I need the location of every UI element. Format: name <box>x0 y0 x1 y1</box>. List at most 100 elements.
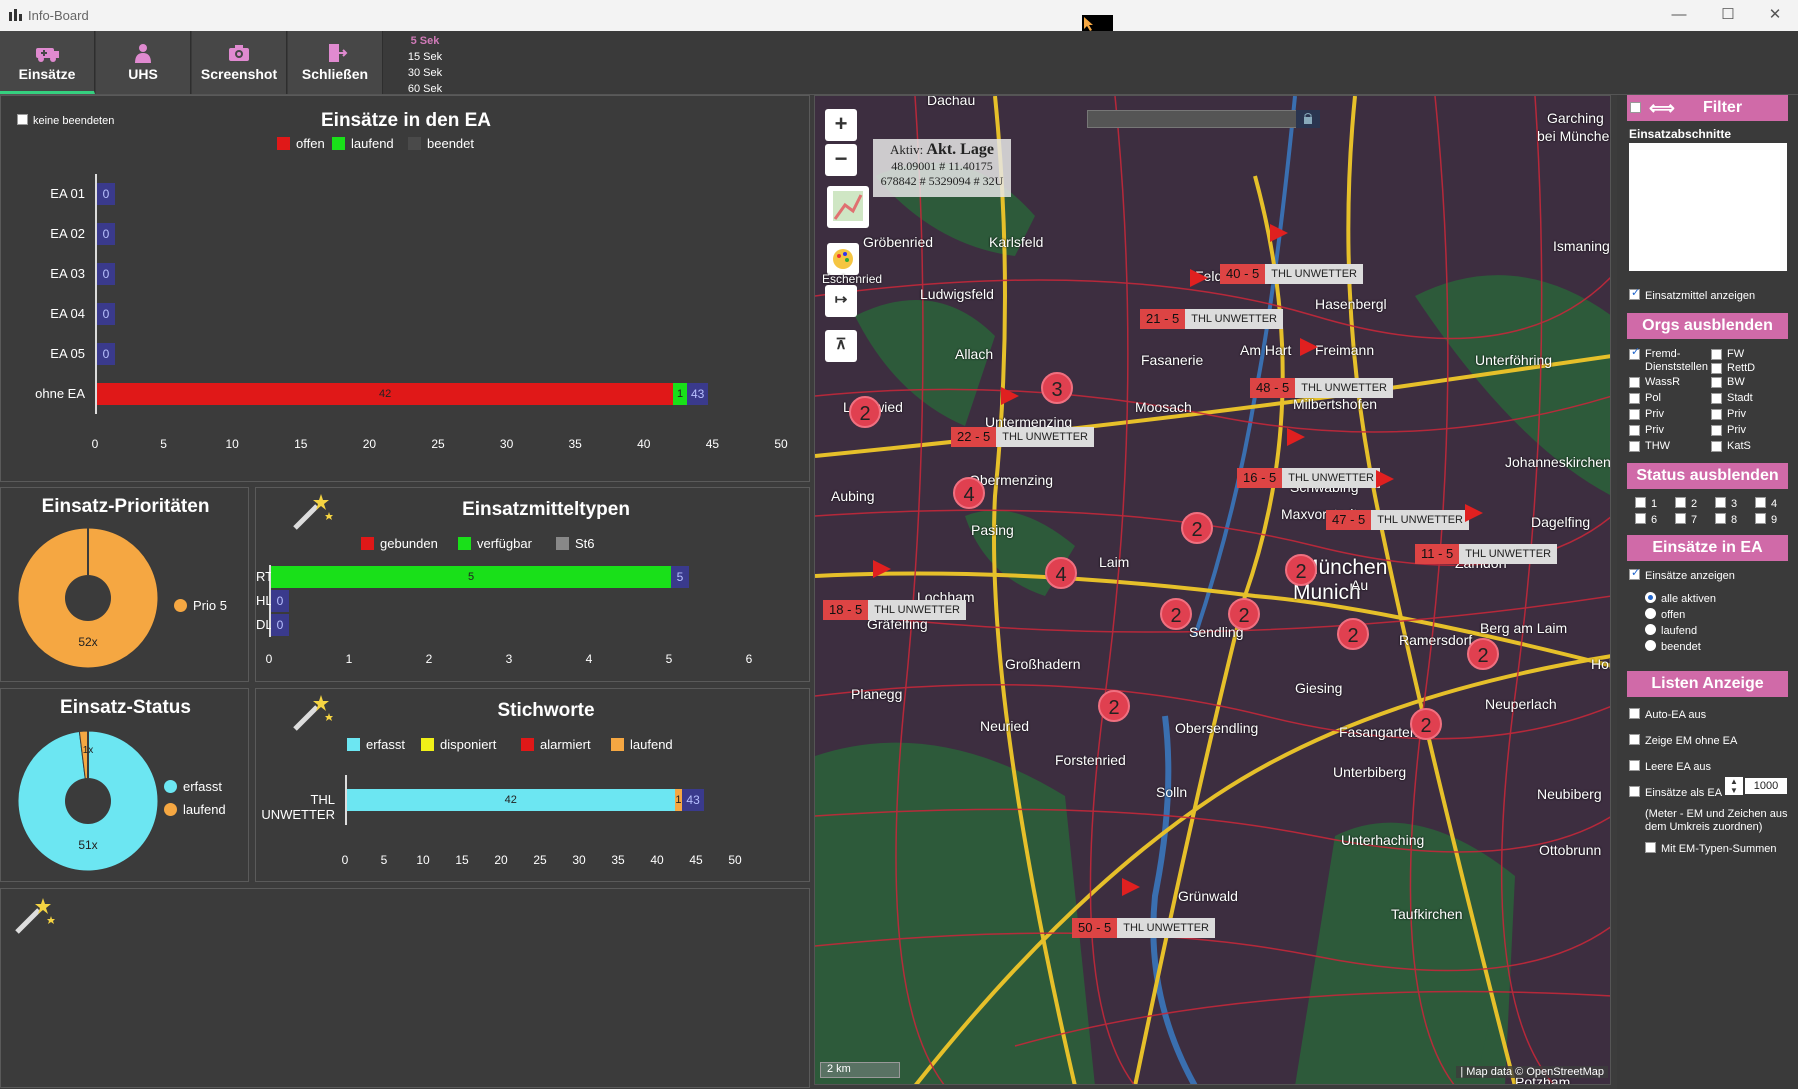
org-checkbox[interactable] <box>1629 346 1640 360</box>
ea-filter-radio[interactable]: offen <box>1645 608 1685 621</box>
ea-filter-radio[interactable]: alle aktiven <box>1645 592 1716 605</box>
incident-cluster-marker[interactable]: 2 <box>1337 618 1369 650</box>
orgs-header[interactable]: Orgs ausblenden <box>1627 313 1788 339</box>
map-attribution[interactable]: | Map data © OpenStreetMap <box>1456 1066 1608 1078</box>
incident-cluster-marker[interactable]: 2 <box>1467 638 1499 670</box>
status-checkbox[interactable] <box>1715 497 1726 508</box>
incident-cluster-marker[interactable]: 2 <box>1228 598 1260 630</box>
incident-cluster-marker[interactable]: 2 <box>1285 554 1317 586</box>
zoom-in-button[interactable]: + <box>825 109 857 141</box>
listen-checkbox[interactable] <box>1629 760 1640 771</box>
map-search-input[interactable] <box>1087 110 1320 128</box>
incident-marker[interactable]: 21 - 5 THL UNWETTER <box>1140 309 1284 329</box>
incident-cluster-marker[interactable]: 3 <box>1041 372 1073 404</box>
incident-marker[interactable]: 48 - 5 THL UNWETTER <box>1250 378 1394 398</box>
org-filter-option[interactable]: Priv <box>1629 408 1664 421</box>
listen-option[interactable]: Leere EA aus <box>1629 760 1711 773</box>
incident-marker[interactable]: 22 - 5 THL UNWETTER <box>951 427 1095 447</box>
keine-beendeten-checkbox[interactable]: keine beendeten <box>17 114 114 127</box>
schliessen-button[interactable]: Schließen <box>288 31 383 94</box>
status-checkbox[interactable] <box>1635 513 1646 524</box>
filter-toggle-checkbox[interactable] <box>1630 102 1641 113</box>
org-filter-option[interactable]: BW <box>1711 376 1745 389</box>
magic-wand-icon[interactable] <box>289 691 333 735</box>
org-checkbox[interactable] <box>1711 393 1722 404</box>
status-filter-option[interactable]: 4 <box>1755 497 1777 510</box>
org-checkbox[interactable] <box>1711 425 1722 436</box>
status-filter-option[interactable]: 2 <box>1675 497 1697 510</box>
radio-button[interactable] <box>1645 608 1656 619</box>
incident-cluster-marker[interactable]: 2 <box>1410 708 1442 740</box>
org-checkbox[interactable] <box>1711 441 1722 452</box>
radius-stepper[interactable]: ▲ ▼ <box>1725 777 1743 795</box>
uhs-button[interactable]: UHS <box>96 31 191 94</box>
status-checkbox[interactable] <box>1635 497 1646 508</box>
org-filter-option[interactable]: Priv <box>1711 424 1746 437</box>
radio-button[interactable] <box>1645 592 1656 603</box>
status-checkbox[interactable] <box>1715 513 1726 524</box>
interval-option[interactable]: 30 Sek <box>395 65 455 81</box>
map-settings-button[interactable] <box>827 243 859 275</box>
listen-option[interactable]: Einsätze als EA <box>1629 786 1722 799</box>
incident-cluster-marker[interactable]: 2 <box>849 396 881 428</box>
interval-option[interactable]: 15 Sek <box>395 49 455 65</box>
listen-option[interactable]: Auto-EA aus <box>1629 708 1706 721</box>
maximize-button[interactable]: ☐ <box>1705 0 1751 31</box>
abschnitte-list[interactable] <box>1629 143 1787 271</box>
show-em-checkbox[interactable] <box>1629 286 1640 300</box>
map-view[interactable]: + − Eschenried ↦ ⊼ Aktiv: Akt. Lage 48.0… <box>814 95 1611 1085</box>
org-filter-option[interactable]: Pol <box>1629 392 1661 405</box>
radio-button[interactable] <box>1645 640 1656 651</box>
org-checkbox[interactable] <box>1629 425 1640 436</box>
show-einsaetze-option[interactable]: Einsätze anzeigen <box>1629 566 1735 582</box>
ea-header[interactable]: Einsätze in EA <box>1627 535 1788 561</box>
incident-cluster-marker[interactable]: 4 <box>953 477 985 509</box>
map-top-button[interactable]: ⊼ <box>825 330 857 362</box>
status-filter-option[interactable]: 8 <box>1715 513 1737 526</box>
incident-marker[interactable]: 18 - 5 THL UNWETTER <box>823 600 967 620</box>
listen-checkbox[interactable] <box>1629 786 1640 797</box>
status-header[interactable]: Status ausblenden <box>1627 463 1788 489</box>
status-checkbox[interactable] <box>1675 497 1686 508</box>
incident-marker[interactable]: 11 - 5 THL UNWETTER <box>1415 544 1558 564</box>
map-measure-button[interactable]: ↦ <box>825 285 857 317</box>
screenshot-button[interactable]: Screenshot <box>192 31 287 94</box>
status-checkbox[interactable] <box>1755 513 1766 524</box>
org-filter-option[interactable]: KatS <box>1711 440 1751 453</box>
magic-wand-icon[interactable] <box>289 490 333 534</box>
status-filter-option[interactable]: 6 <box>1635 513 1657 526</box>
org-filter-option[interactable]: Fremd- Dienststellen <box>1629 346 1708 374</box>
org-checkbox[interactable] <box>1629 377 1640 388</box>
incident-marker[interactable]: 40 - 5 THL UNWETTER <box>1220 264 1364 284</box>
incident-cluster-marker[interactable]: 4 <box>1045 557 1077 589</box>
interval-option[interactable]: 5 Sek <box>395 33 455 49</box>
org-filter-option[interactable]: WassR <box>1629 376 1680 389</box>
incident-cluster-marker[interactable]: 2 <box>1181 512 1213 544</box>
incident-marker[interactable]: 50 - 5 THL UNWETTER <box>1072 918 1216 938</box>
ea-filter-radio[interactable]: beendet <box>1645 640 1701 653</box>
close-window-button[interactable]: ✕ <box>1752 0 1798 31</box>
org-filter-option[interactable]: Stadt <box>1711 392 1753 405</box>
listen-header[interactable]: Listen Anzeige <box>1627 671 1788 697</box>
filter-header[interactable]: ⟺ Filter <box>1627 95 1788 121</box>
org-filter-option[interactable]: THW <box>1629 440 1670 453</box>
map-search-button[interactable] <box>1296 110 1320 128</box>
org-filter-option[interactable]: Priv <box>1629 424 1664 437</box>
minimize-button[interactable]: — <box>1656 0 1702 31</box>
org-filter-option[interactable]: RettD <box>1711 362 1755 375</box>
show-em-option[interactable]: Einsatzmittel anzeigen <box>1629 286 1755 302</box>
magic-wand-icon[interactable] <box>11 894 55 938</box>
map-layer-button[interactable] <box>827 186 869 228</box>
org-checkbox[interactable] <box>1629 441 1640 452</box>
org-checkbox[interactable] <box>1711 409 1722 420</box>
radius-input[interactable]: 1000 <box>1745 778 1787 794</box>
org-checkbox[interactable] <box>1711 377 1722 388</box>
sum-checkbox[interactable] <box>1645 842 1656 853</box>
zoom-out-button[interactable]: − <box>825 144 857 176</box>
status-filter-option[interactable]: 9 <box>1755 513 1777 526</box>
org-checkbox[interactable] <box>1711 349 1722 360</box>
listen-option[interactable]: Zeige EM ohne EA <box>1629 734 1737 747</box>
org-filter-option[interactable]: Priv <box>1711 408 1746 421</box>
checkbox-box[interactable] <box>17 114 28 125</box>
incident-marker[interactable]: 47 - 5 THL UNWETTER <box>1326 510 1470 530</box>
